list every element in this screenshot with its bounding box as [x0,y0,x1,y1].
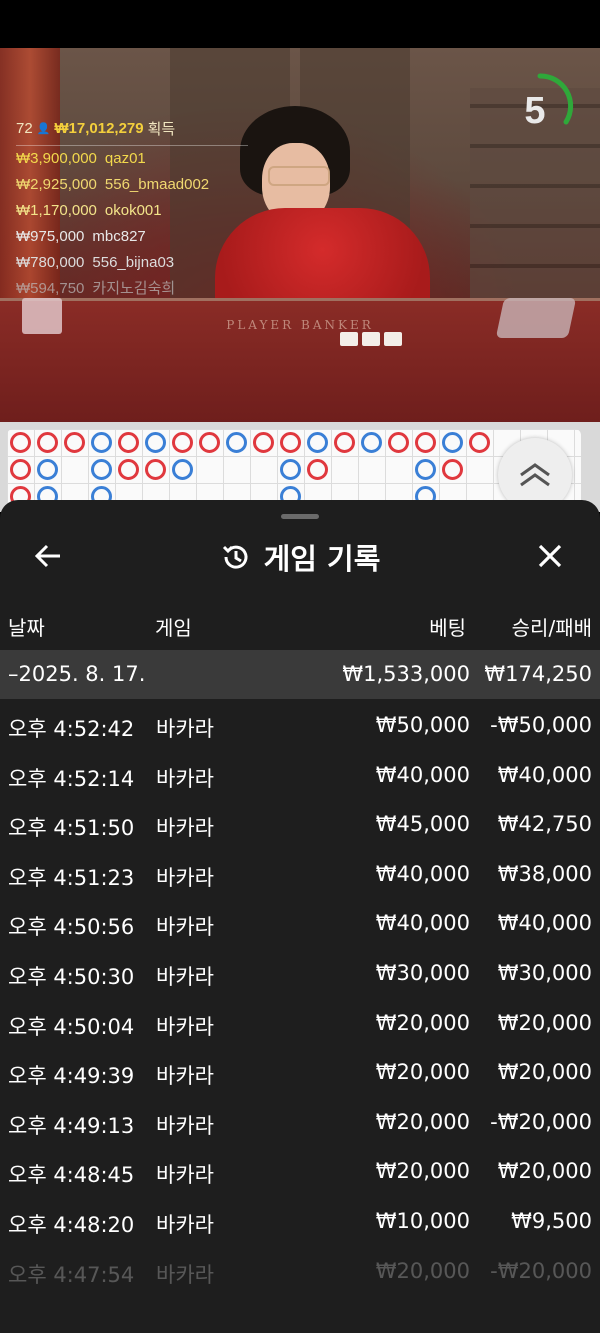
banker-bead [37,432,58,453]
winners-suffix: 획득 [147,121,176,138]
status-bar [0,0,600,48]
dealer-glasses [268,166,330,186]
table-row[interactable]: 오후 4:48:45 바카라 ₩20,000 ₩20,000 [0,1148,600,1198]
banker-bead [199,432,220,453]
table-row[interactable]: 오후 4:51:23 바카라 ₩40,000 ₩38,000 [0,851,600,901]
day-date: –2025. 8. 17. [8,662,146,686]
banker-bead [10,432,31,453]
table-row[interactable]: 오후 4:52:14 바카라 ₩40,000 ₩40,000 [0,752,600,802]
winners-total: ₩17,012,279 [54,120,144,137]
banker-bead [307,459,328,480]
banker-bead [280,432,301,453]
player-bead [91,459,112,480]
winner-row: ₩3,900,000 qaz01 [16,150,146,167]
player-bead [307,432,328,453]
player-bead [172,459,193,480]
card-shoe [495,298,577,338]
history-list: 오후 4:52:42 바카라 ₩50,000 -₩50,000 오후 4:52:14 바… [0,702,600,1297]
table-row[interactable]: 오후 4:50:30 바카라 ₩30,000 ₩30,000 [0,950,600,1000]
player-bead [145,432,166,453]
chevrons-up-icon [520,463,550,487]
day-summary-row[interactable]: –2025. 8. 17. ₩1,533,000 ₩174,250 [0,650,600,699]
table-row[interactable]: 오후 4:52:42 바카라 ₩50,000 -₩50,000 [0,702,600,752]
winner-row: ₩2,925,000 556_bmaad002 [16,176,210,193]
close-button[interactable] [530,538,570,574]
player-bead [415,459,436,480]
sheet-title: 게임 기록 [263,542,381,576]
banker-bead [118,432,139,453]
day-result-total: ₩174,250 [484,662,592,686]
winner-row: ₩780,000 556_bijna03 [16,254,175,271]
playing-card [384,332,402,346]
table-row[interactable]: 오후 4:47:54 바카라 ₩20,000 -₩20,000 [0,1248,600,1298]
player-bead [91,432,112,453]
banker-bead [334,432,355,453]
player-bead [37,459,58,480]
table-header: 날짜 게임 베팅 승리/패배 [0,608,600,642]
countdown-timer: 5 [524,90,546,132]
column-bet: 베팅 [429,616,466,640]
column-game: 게임 [155,616,192,640]
table-row[interactable]: 오후 4:50:04 바카라 ₩20,000 ₩20,000 [0,1000,600,1050]
banker-bead [172,432,193,453]
sheet-header: 게임 기록 [0,530,600,580]
player-bead [280,459,301,480]
table-row[interactable]: 오후 4:50:56 바카라 ₩40,000 ₩40,000 [0,900,600,950]
banker-bead [253,432,274,453]
day-bet-total: ₩1,533,000 [342,662,470,686]
winners-panel: 72 👤 ₩17,012,279 획득 ₩3,900,000 qaz01 ₩2,9… [16,118,256,302]
player-bead [226,432,247,453]
banker-bead [469,432,490,453]
playing-card [340,332,358,346]
winners-count: 72 [16,120,33,137]
banker-bead [145,459,166,480]
winner-row: ₩1,170,000 okok001 [16,202,162,219]
banker-bead [388,432,409,453]
user-icon: 👤 [36,123,51,135]
banker-bead [10,459,31,480]
player-bead [442,432,463,453]
table-row[interactable]: 오후 4:49:39 바카라 ₩20,000 ₩20,000 [0,1049,600,1099]
table-row[interactable]: 오후 4:51:50 바카라 ₩45,000 ₩42,750 [0,801,600,851]
column-date: 날짜 [8,616,45,640]
banker-bead [415,432,436,453]
table-row[interactable]: 오후 4:48:20 바카라 ₩10,000 ₩9,500 [0,1198,600,1248]
table-row[interactable]: 오후 4:49:13 바카라 ₩20,000 -₩20,000 [0,1099,600,1149]
column-result: 승리/패배 [511,616,592,640]
banker-bead [64,432,85,453]
banker-bead [442,459,463,480]
game-history-sheet: 게임 기록 날짜 게임 베팅 승리/패배 –2025. 8. 17. ₩1,53… [0,500,600,1333]
winners-summary: 72 👤 ₩17,012,279 획득 [16,118,248,146]
card-stack [22,298,62,334]
drag-handle[interactable] [281,514,319,519]
close-icon [538,544,562,568]
sheet-title-group: 게임 기록 [0,536,600,578]
winner-row: ₩594,750 카지노김숙희 [16,280,176,297]
player-bead [361,432,382,453]
banker-bead [118,459,139,480]
history-icon [222,545,248,569]
playing-card [362,332,380,346]
winner-row: ₩975,000 mbc827 [16,228,146,245]
